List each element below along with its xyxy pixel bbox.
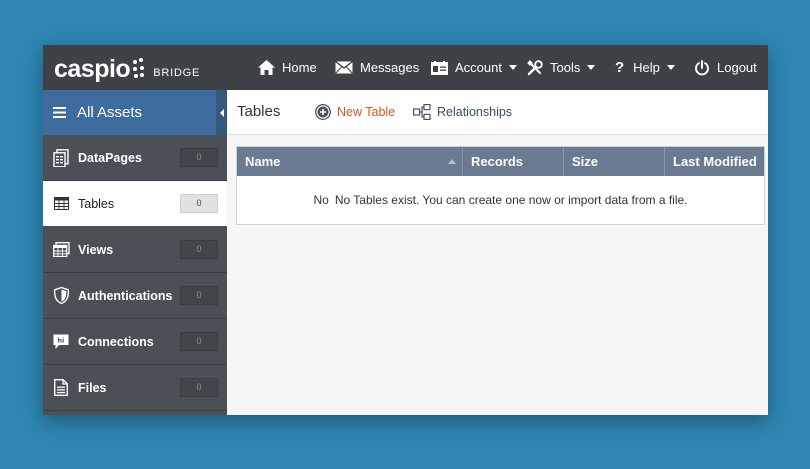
empty-state-message: No No Tables exist. You can create one n… xyxy=(237,176,764,223)
nav-help-label: Help xyxy=(633,60,660,75)
chevron-left-icon xyxy=(219,108,224,117)
create-table-link[interactable]: create one now xyxy=(469,193,551,207)
svg-text:hi: hi xyxy=(58,336,65,344)
main-panel: Tables New Table Relationships Name Reco… xyxy=(227,90,768,415)
home-icon xyxy=(258,60,275,75)
empty-text-part1: No Tables exist. You can xyxy=(334,192,466,207)
content-area: Name Records Size Last Modified No No Ta… xyxy=(227,135,768,415)
all-assets-header[interactable]: All Assets xyxy=(43,90,227,135)
question-icon: ? xyxy=(615,59,625,76)
tables-toolbar: Tables New Table Relationships xyxy=(227,90,768,135)
relationships-label: Relationships xyxy=(437,105,513,119)
sidebar-item-authentications[interactable]: Authentications 0 xyxy=(43,273,227,319)
column-header-label: Name xyxy=(245,154,281,169)
connections-icon: hi xyxy=(51,332,71,352)
import-data-link[interactable]: import data from a file xyxy=(568,193,684,207)
item-count-badge: 0 xyxy=(180,194,218,213)
plus-circle-icon xyxy=(315,104,331,120)
nav-account-label: Account xyxy=(455,60,502,75)
column-header-name[interactable]: Name xyxy=(237,147,463,176)
nav-messages-label: Messages xyxy=(360,60,420,75)
page-title: Tables xyxy=(237,103,281,120)
file-icon xyxy=(51,378,71,398)
sidebar-item-files[interactable]: Files 0 xyxy=(43,365,227,411)
sidebar-item-connections[interactable]: hi Connections 0 xyxy=(43,319,227,365)
shield-icon xyxy=(51,286,71,306)
account-card-icon xyxy=(431,60,448,75)
column-header-size[interactable]: Size xyxy=(564,147,665,176)
logo-subtitle: BRIDGE xyxy=(153,67,201,79)
top-navigation-bar: caspio BRIDGE Home Messages Account Tool… xyxy=(43,45,768,90)
sidebar-item-views[interactable]: Views 0 xyxy=(43,227,227,273)
item-count-badge: 0 xyxy=(180,148,218,167)
grid-header-row: Name Records Size Last Modified xyxy=(237,147,764,176)
column-header-last-modified[interactable]: Last Modified xyxy=(665,147,764,176)
table-icon xyxy=(51,194,71,214)
views-icon xyxy=(51,240,71,260)
sidebar-item-tables[interactable]: Tables 0 xyxy=(43,181,227,226)
item-count-badge: 0 xyxy=(180,240,218,259)
sidebar-item-label: Tables xyxy=(78,196,115,211)
nav-logout[interactable]: Logout xyxy=(694,45,757,90)
hamburger-icon xyxy=(53,107,66,118)
sidebar-item-label: Views xyxy=(78,242,114,257)
relationships-icon xyxy=(413,104,431,120)
chevron-down-icon xyxy=(666,65,675,70)
sidebar-item-datapages[interactable]: DataPages 0 xyxy=(43,135,227,181)
app-window: caspio BRIDGE Home Messages Account Tool… xyxy=(43,45,768,415)
item-count-badge: 0 xyxy=(180,332,218,351)
envelope-icon xyxy=(335,61,353,74)
sidebar-item-label: DataPages xyxy=(78,150,142,165)
empty-lead-text: No xyxy=(313,192,329,207)
column-header-label: Last Modified xyxy=(673,154,757,169)
new-table-button[interactable]: New Table xyxy=(315,104,395,120)
nav-tools-label: Tools xyxy=(550,60,581,75)
power-icon xyxy=(695,59,709,75)
relationships-button[interactable]: Relationships xyxy=(413,104,512,120)
all-assets-label: All Assets xyxy=(77,104,143,121)
column-header-records[interactable]: Records xyxy=(463,147,564,176)
chevron-down-icon xyxy=(587,65,596,70)
logo-dots-icon xyxy=(133,58,145,80)
tables-grid: Name Records Size Last Modified No No Ta… xyxy=(236,146,765,225)
nav-help[interactable]: ? Help xyxy=(613,45,675,90)
sidebar-item-label: Authentications xyxy=(78,288,173,303)
tools-icon xyxy=(527,59,543,75)
item-count-badge: 0 xyxy=(180,378,218,397)
nav-home-label: Home xyxy=(282,60,317,75)
datapages-icon xyxy=(51,148,71,168)
nav-tools[interactable]: Tools xyxy=(527,45,596,90)
sidebar: All Assets DataPages 0 Tables 0 Views 0 … xyxy=(43,90,227,415)
nav-home[interactable]: Home xyxy=(258,45,317,90)
column-header-label: Size xyxy=(572,154,599,169)
sidebar-item-label: Files xyxy=(78,380,107,395)
sidebar-item-label: Connections xyxy=(78,334,154,349)
sort-ascending-icon xyxy=(448,159,456,164)
empty-text-part2: or xyxy=(554,192,565,207)
item-count-badge: 0 xyxy=(180,286,218,305)
empty-text-end: . xyxy=(684,192,688,207)
column-header-label: Records xyxy=(471,154,524,169)
caspio-logo[interactable]: caspio BRIDGE xyxy=(54,54,200,82)
nav-logout-label: Logout xyxy=(717,60,757,75)
nav-messages[interactable]: Messages xyxy=(335,45,419,90)
chevron-down-icon xyxy=(508,65,517,70)
new-table-label: New Table xyxy=(337,105,396,119)
collapse-sidebar-button[interactable] xyxy=(216,90,227,135)
logo-text: caspio xyxy=(54,55,131,83)
nav-account[interactable]: Account xyxy=(431,45,517,90)
